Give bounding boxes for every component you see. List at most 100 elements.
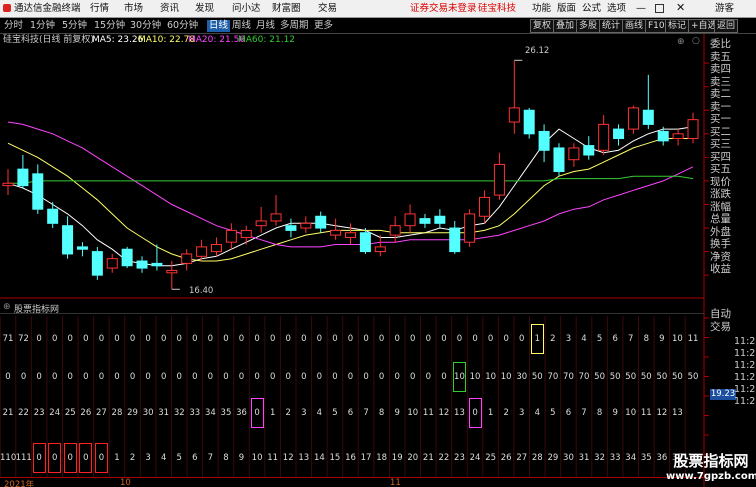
indicator-cell: 3 [301, 408, 307, 418]
indicator-cell: 6 [612, 334, 618, 344]
indicator-cell: 23 [454, 453, 465, 463]
period-tab-monthly[interactable]: 月线 [256, 20, 275, 32]
indicator-cell: 0 [176, 372, 182, 382]
menu-discover[interactable]: 发现 [195, 2, 214, 15]
indicator-cell: 1 [269, 408, 276, 418]
minimize-icon[interactable]: — [636, 2, 646, 15]
indicator-cell: 0 [441, 372, 447, 382]
overlay-button[interactable]: 叠加 [553, 19, 578, 33]
multi-stock-button[interactable]: 多股 [576, 19, 601, 33]
indicator-cell: 10 [469, 372, 481, 382]
indicator-cell: 0 [363, 334, 369, 344]
candle-down [121, 248, 133, 267]
candle-down [285, 225, 297, 231]
menu-function[interactable]: 功能 [532, 2, 551, 15]
indicator-cell: 7 [207, 453, 214, 463]
indicator-cell: 0 [192, 334, 198, 344]
high-price-label: 26.12 [525, 46, 550, 56]
candle-down [553, 147, 565, 172]
period-tab-more[interactable]: 更多 [314, 20, 333, 32]
period-tab-timeshare[interactable]: 分时 [4, 20, 23, 32]
period-tab-multi[interactable]: 多周期 [280, 20, 309, 32]
candle-up [687, 119, 699, 140]
candle-down [583, 145, 595, 156]
period-tab-30min[interactable]: 30分钟 [130, 20, 161, 32]
indicator-cell: 4 [581, 334, 587, 344]
menu-market[interactable]: 市场 [124, 2, 143, 15]
candle-up [493, 163, 505, 196]
indicator-cell: 0 [51, 334, 58, 344]
trade-time: 11:2 [734, 396, 756, 407]
draw-line-button[interactable]: 画线 [622, 19, 647, 33]
indicator-collapse-icon[interactable]: ⊕ [3, 302, 11, 312]
menu-trade[interactable]: 交易 [318, 2, 337, 15]
quote-field-label: 委比 [710, 38, 731, 50]
period-tab-60min[interactable]: 60分钟 [167, 20, 198, 32]
candle-down [151, 262, 163, 267]
watermark: 股票指标网 www.7gpzb.com [666, 452, 756, 487]
quote-field-label: 卖五 [710, 50, 731, 63]
indicator-cell: 25 [485, 453, 497, 463]
candle-up [166, 269, 178, 274]
period-tab-5min[interactable]: 5分钟 [62, 20, 87, 32]
indicator-cell: 50 [594, 372, 605, 382]
menu-formula[interactable]: 公式 [582, 2, 601, 15]
indicator-cell: 31 [578, 453, 590, 463]
indicator-cell: 72 [18, 334, 29, 344]
signal-highlight-box [32, 443, 46, 473]
close-icon[interactable]: ✕ [676, 1, 685, 14]
trade-time: 11:2 [734, 372, 756, 383]
indicator-cell: 16 [345, 453, 356, 463]
restore-icon[interactable] [655, 4, 664, 13]
login-status[interactable]: 证券交易未登录 [410, 2, 477, 15]
adjust-button[interactable]: 复权 [530, 19, 555, 33]
quote-field-label: 买五 [710, 163, 731, 175]
menu-assistant[interactable]: 问小达 [232, 2, 261, 15]
period-tab-weekly[interactable]: 周线 [232, 20, 251, 32]
indicator-cell: 2 [550, 334, 556, 344]
menu-options[interactable]: 选项 [607, 2, 626, 15]
candle-down [136, 260, 148, 269]
indicator-cell: 12 [656, 408, 668, 418]
quote-field-label: 现价 [710, 175, 731, 188]
indicator-cell: 29 [127, 408, 138, 418]
indicator-cell: 0 [67, 372, 73, 382]
indicator-cell: 34 [204, 408, 216, 418]
indicator-cell: 6 [192, 453, 198, 463]
user-label[interactable]: 游客 [715, 2, 734, 15]
indicator-cell: 0 [192, 372, 198, 382]
menu-layout[interactable]: 版面 [557, 2, 576, 15]
indicator-cell: 0 [347, 334, 354, 344]
menu-wealth[interactable]: 财富圈 [272, 2, 301, 15]
indicator-cell: 27 [516, 453, 528, 463]
candle-up [627, 107, 639, 130]
indicator-cell: 8 [223, 453, 229, 463]
indicator-cell: 32 [173, 408, 185, 418]
indicator-cell: 0 [36, 334, 42, 344]
period-tab-15min[interactable]: 15分钟 [94, 20, 125, 32]
back-button[interactable]: 返回 [714, 19, 739, 33]
indicator-cell: 28 [111, 408, 123, 418]
quote-panel: 委比 卖五 卖四 卖三 卖二 卖一 买一 买二 买三 买四 买五 现价 涨跌 涨幅 总量 外盘 换手 净资 收益 自动… [710, 34, 756, 487]
signal-highlight-box [468, 398, 482, 428]
indicator-cell: 5 [176, 453, 182, 463]
candle-down [76, 246, 88, 250]
candle-up [508, 107, 520, 123]
indicator-cell: 33 [189, 408, 201, 418]
indicator-cell: 30 [516, 372, 528, 382]
indicator-cell: 17 [360, 453, 372, 463]
statistics-button[interactable]: 统计 [599, 19, 624, 33]
indicator-cell: 28 [531, 453, 543, 463]
candle-up [106, 258, 118, 269]
indicator-cell: 10 [500, 372, 512, 382]
menu-news[interactable]: 资讯 [160, 2, 179, 15]
candle-down [91, 251, 103, 276]
indicator-cell: 1 [487, 408, 494, 418]
quote-field-label: 自动 [710, 308, 731, 320]
period-tab-daily[interactable]: 日线 [207, 20, 231, 32]
indicator-cell: 0 [332, 334, 338, 344]
menu-quotes[interactable]: 行情 [90, 2, 109, 15]
indicator-cell: 0 [83, 334, 89, 344]
mark-button[interactable]: 标记 [665, 19, 690, 33]
period-tab-1min[interactable]: 1分钟 [30, 20, 55, 32]
